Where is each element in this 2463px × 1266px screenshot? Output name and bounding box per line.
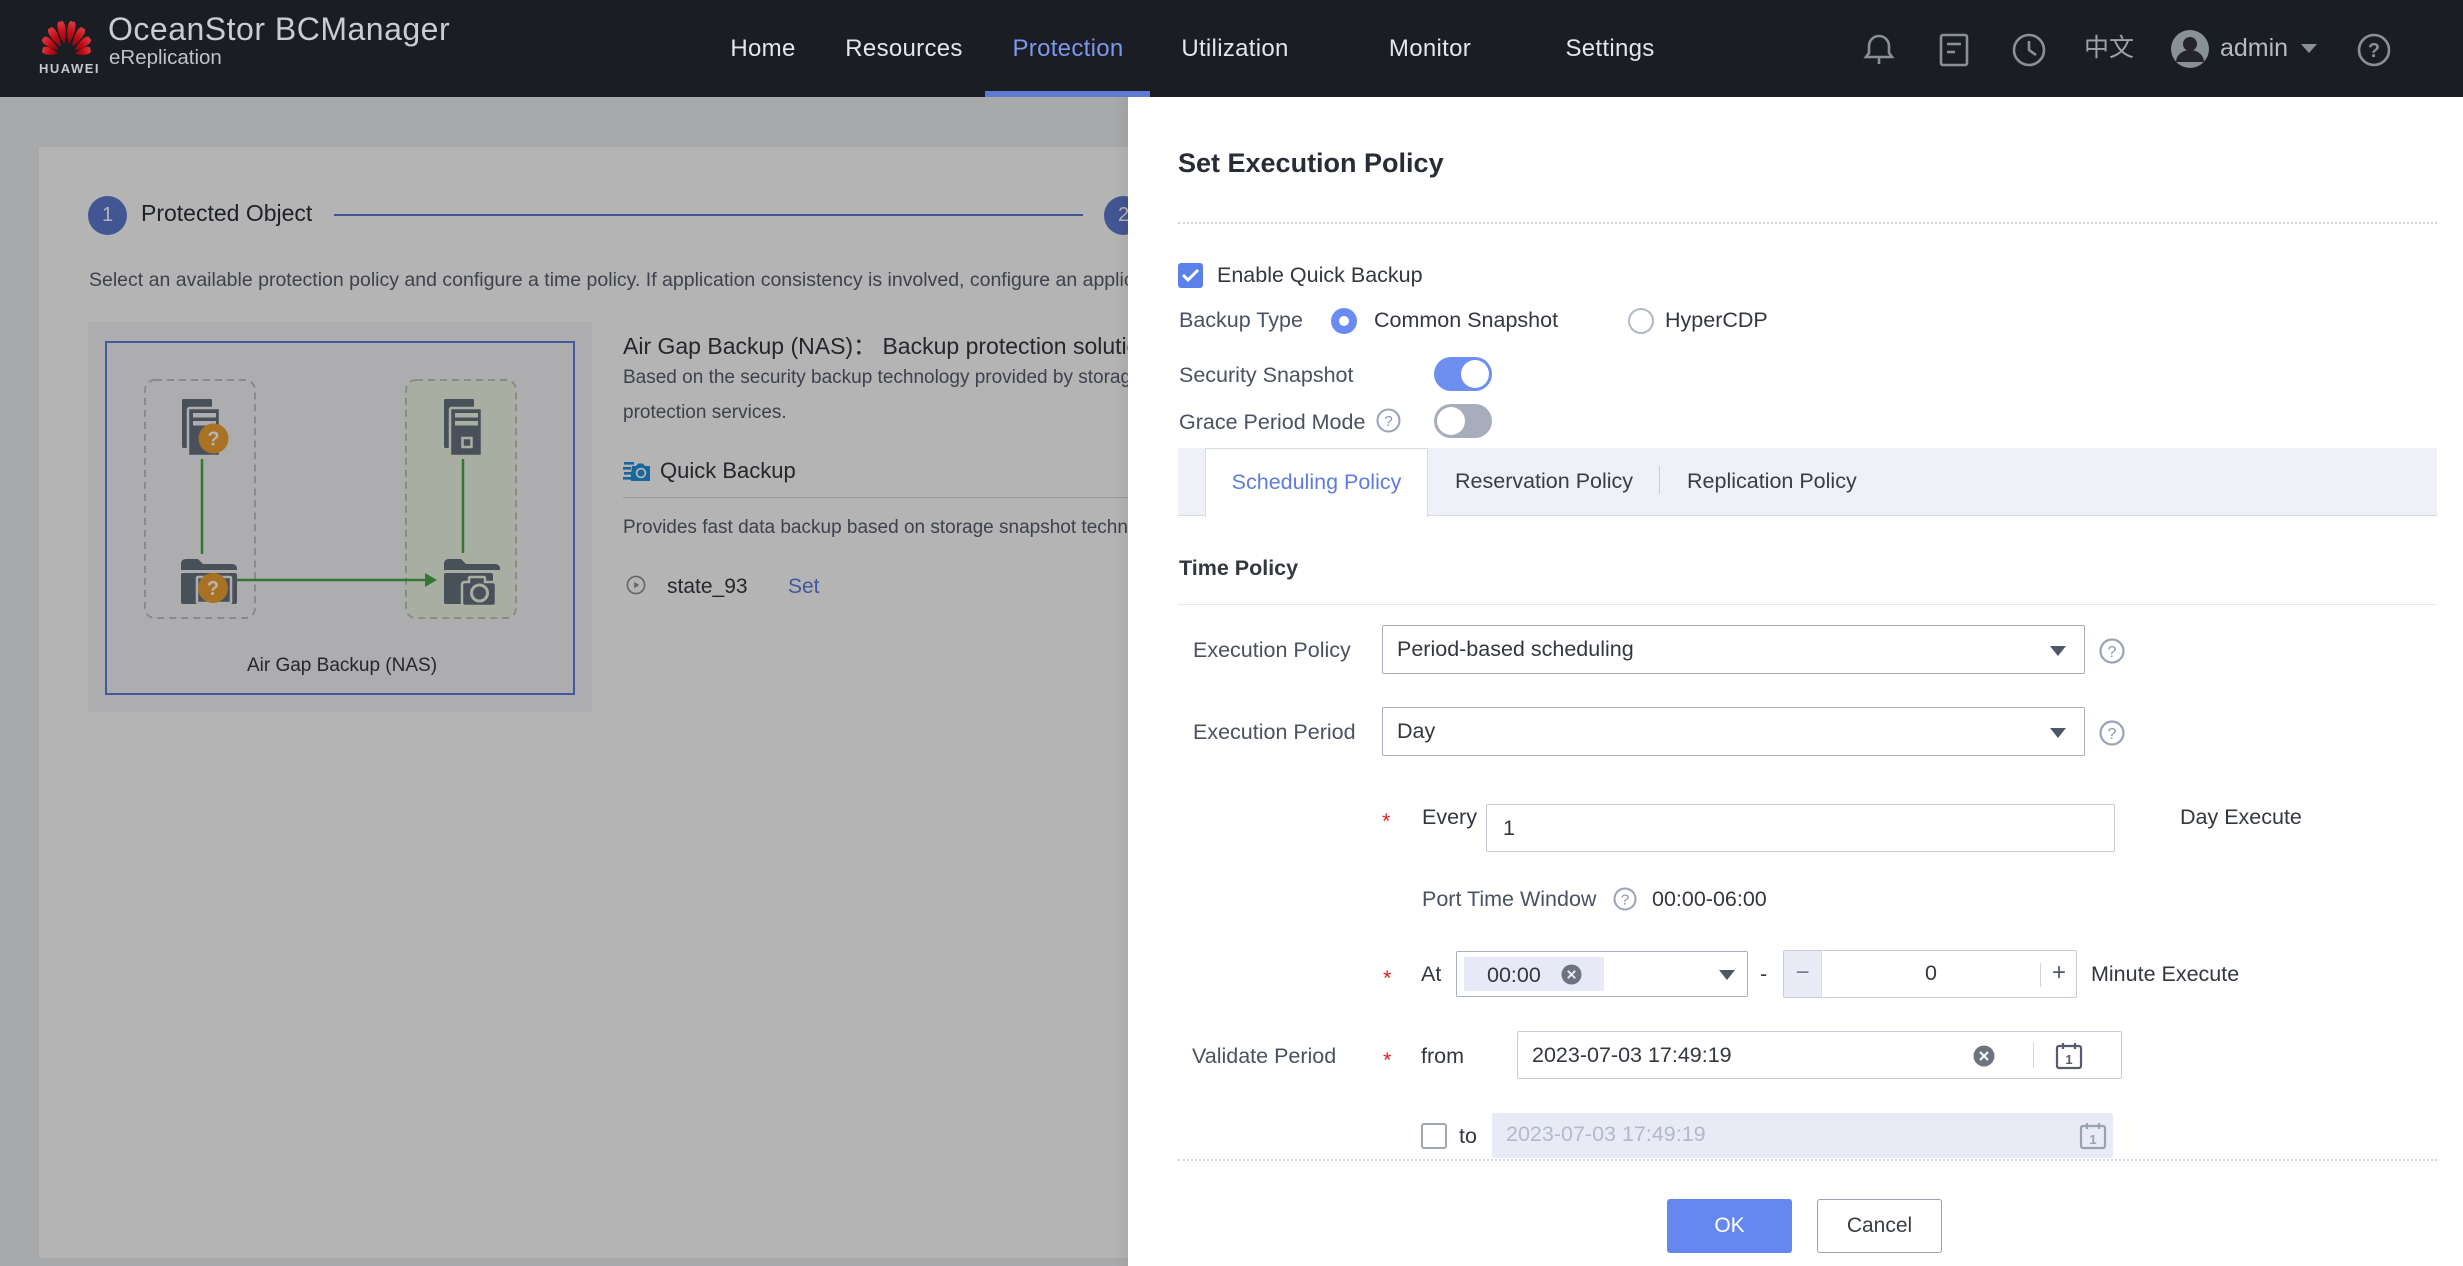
svg-text:?: ? [1384,413,1392,430]
svg-text:?: ? [1621,892,1629,909]
svg-text:?: ? [2108,644,2117,661]
svg-text:?: ? [2108,726,2117,743]
svg-text:?: ? [2368,40,2380,62]
svg-text:1: 1 [2065,1052,2072,1067]
svg-text:1: 1 [2089,1132,2096,1147]
